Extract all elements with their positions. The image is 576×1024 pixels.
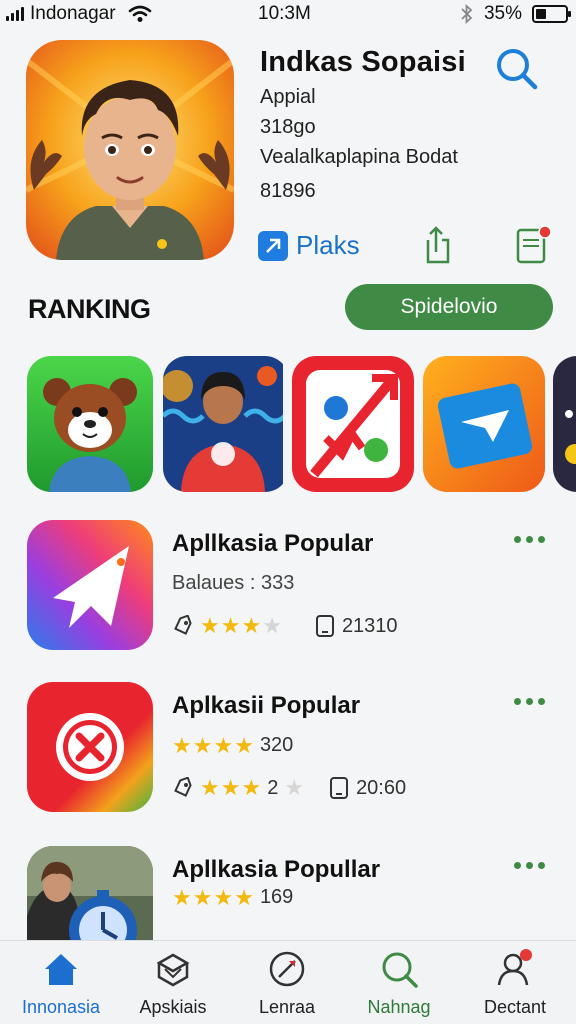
carousel-app-3[interactable] (292, 356, 414, 492)
tab-label: Innonasia (21, 997, 101, 1017)
tab-label: Lenraa (258, 997, 316, 1017)
meta-line-4: 81896 (260, 180, 316, 202)
plaks-icon (258, 230, 288, 261)
status-right: 35% (460, 3, 571, 25)
star-icon: ★ (262, 613, 282, 638)
list-item[interactable]: Aplkasii Popular ★ ★ ★ ★ 320 ★ ★ ★ 2 ★ 20:60 (0, 682, 576, 822)
more-options-button[interactable] (514, 862, 545, 869)
rating-count: 320 (259, 734, 294, 756)
list-item-stats: ★ ★ ★ ★ 21310 (172, 614, 398, 638)
star-icon: ★ (192, 884, 213, 910)
bottom-navigation: Innonasia Apskiais Lenraa Nahnag Dectant (0, 940, 576, 1024)
status-left: Indonagar (6, 3, 152, 25)
tab-label: Dectant (483, 997, 547, 1017)
carousel-app-1[interactable] (27, 356, 153, 492)
tab-explore[interactable]: Lenraa (232, 949, 342, 1023)
tab-profile[interactable]: Dectant (460, 949, 570, 1023)
star-icon: ★ (213, 732, 234, 758)
home-icon (45, 954, 77, 985)
share-button[interactable] (418, 224, 454, 266)
list-item-title: Apllkasia Popullar (172, 856, 381, 883)
star-icon: ★ (200, 775, 220, 800)
tag-icon (174, 615, 192, 635)
list-item[interactable]: Apllkasia Popular Balaues : 333 ★ ★ ★ ★ 213… (0, 520, 576, 660)
search-icon (382, 952, 418, 988)
signal-icon (6, 7, 24, 21)
tab-label: Nahnag (367, 997, 431, 1017)
download-count: 21310 (341, 614, 398, 637)
star-rating: ★ ★ ★ ★ (200, 615, 282, 637)
tab-home[interactable]: Innonasia (6, 949, 116, 1023)
app-title: Indkas Sopaisi (260, 46, 466, 78)
star-rating: ★ ★ ★ ★ (172, 884, 254, 910)
star-icon: ★ (241, 775, 262, 800)
battery-percent: 35% (483, 3, 522, 24)
download-count: 20:60 (356, 776, 407, 799)
clock: 10:3M (258, 3, 311, 24)
tab-search[interactable]: Nahnag (344, 949, 454, 1023)
app-hero-icon[interactable] (26, 40, 234, 260)
star-icon: ★ (200, 613, 220, 638)
ranking-heading: RANKING (28, 294, 151, 324)
box-icon (156, 953, 190, 987)
secondary-star-rating: ★ ★ ★ (200, 777, 261, 799)
list-item-title: Apllkasia Popular (172, 530, 374, 557)
list-item-rating-row: ★ ★ ★ ★ 320 (172, 734, 293, 757)
star-icon: ★ (241, 613, 262, 638)
list-item-rating-row: ★ ★ ★ ★ 169 (172, 886, 293, 909)
list-item-balance: Balaues : 333 (172, 572, 295, 594)
app-icon-close-badge (27, 682, 153, 812)
tag-icon (174, 777, 192, 797)
app-icon-plane (27, 520, 153, 650)
meta-line-1: Appial (260, 86, 316, 108)
status-bar: Indonagar 10:3M 35% (0, 0, 576, 30)
star-icon: ★ (192, 732, 213, 758)
carousel-app-4[interactable] (423, 356, 545, 492)
search-icon (497, 49, 538, 90)
carousel-app-2[interactable] (163, 356, 289, 492)
compass-icon (269, 951, 305, 987)
ranking-carousel[interactable] (0, 356, 576, 494)
ranking-action-button[interactable]: Spidelovio (345, 284, 553, 330)
more-options-button[interactable] (514, 536, 545, 543)
device-icon (315, 615, 334, 637)
meta-line-2: 318go (260, 116, 316, 138)
tab-label: Apskiais (139, 997, 207, 1017)
tab-apps[interactable]: Apskiais (118, 949, 228, 1023)
profile-icon (497, 949, 532, 986)
action-row: Plaks (258, 224, 558, 270)
star-icon: ★ (234, 884, 254, 910)
plaks-label: Plaks (296, 230, 360, 260)
bluetooth-icon (461, 4, 473, 24)
meta-line-3: Vealalkaplapina Bodat (260, 146, 458, 168)
notification-icon (516, 225, 552, 264)
carrier-name: Indonagar (30, 3, 116, 24)
notification-button[interactable] (514, 224, 554, 266)
carousel-app-5[interactable] (553, 356, 576, 492)
star-rating: ★ ★ ★ ★ (172, 732, 254, 758)
share-icon (426, 226, 450, 264)
wifi-icon (128, 5, 151, 22)
star-icon: ★ (234, 732, 254, 758)
rating-count: 169 (259, 886, 294, 908)
battery-icon (532, 5, 571, 23)
extra-value: 2 (267, 776, 279, 799)
star-icon: ★ (172, 884, 192, 910)
star-icon: ★ (172, 732, 192, 758)
list-item-subtitle: Balaues : 333 (172, 572, 294, 595)
star-icon: ★ (213, 884, 234, 910)
star-icon: ★ (220, 613, 241, 638)
list-item-title: Aplkasii Popular (172, 692, 361, 719)
list-item-stats: ★ ★ ★ 2 ★ 20:60 (172, 776, 406, 800)
more-options-button[interactable] (514, 698, 545, 705)
search-button[interactable] (494, 46, 540, 92)
device-icon (330, 777, 349, 799)
plaks-button[interactable]: Plaks (258, 230, 360, 261)
star-icon: ★ (220, 775, 241, 800)
